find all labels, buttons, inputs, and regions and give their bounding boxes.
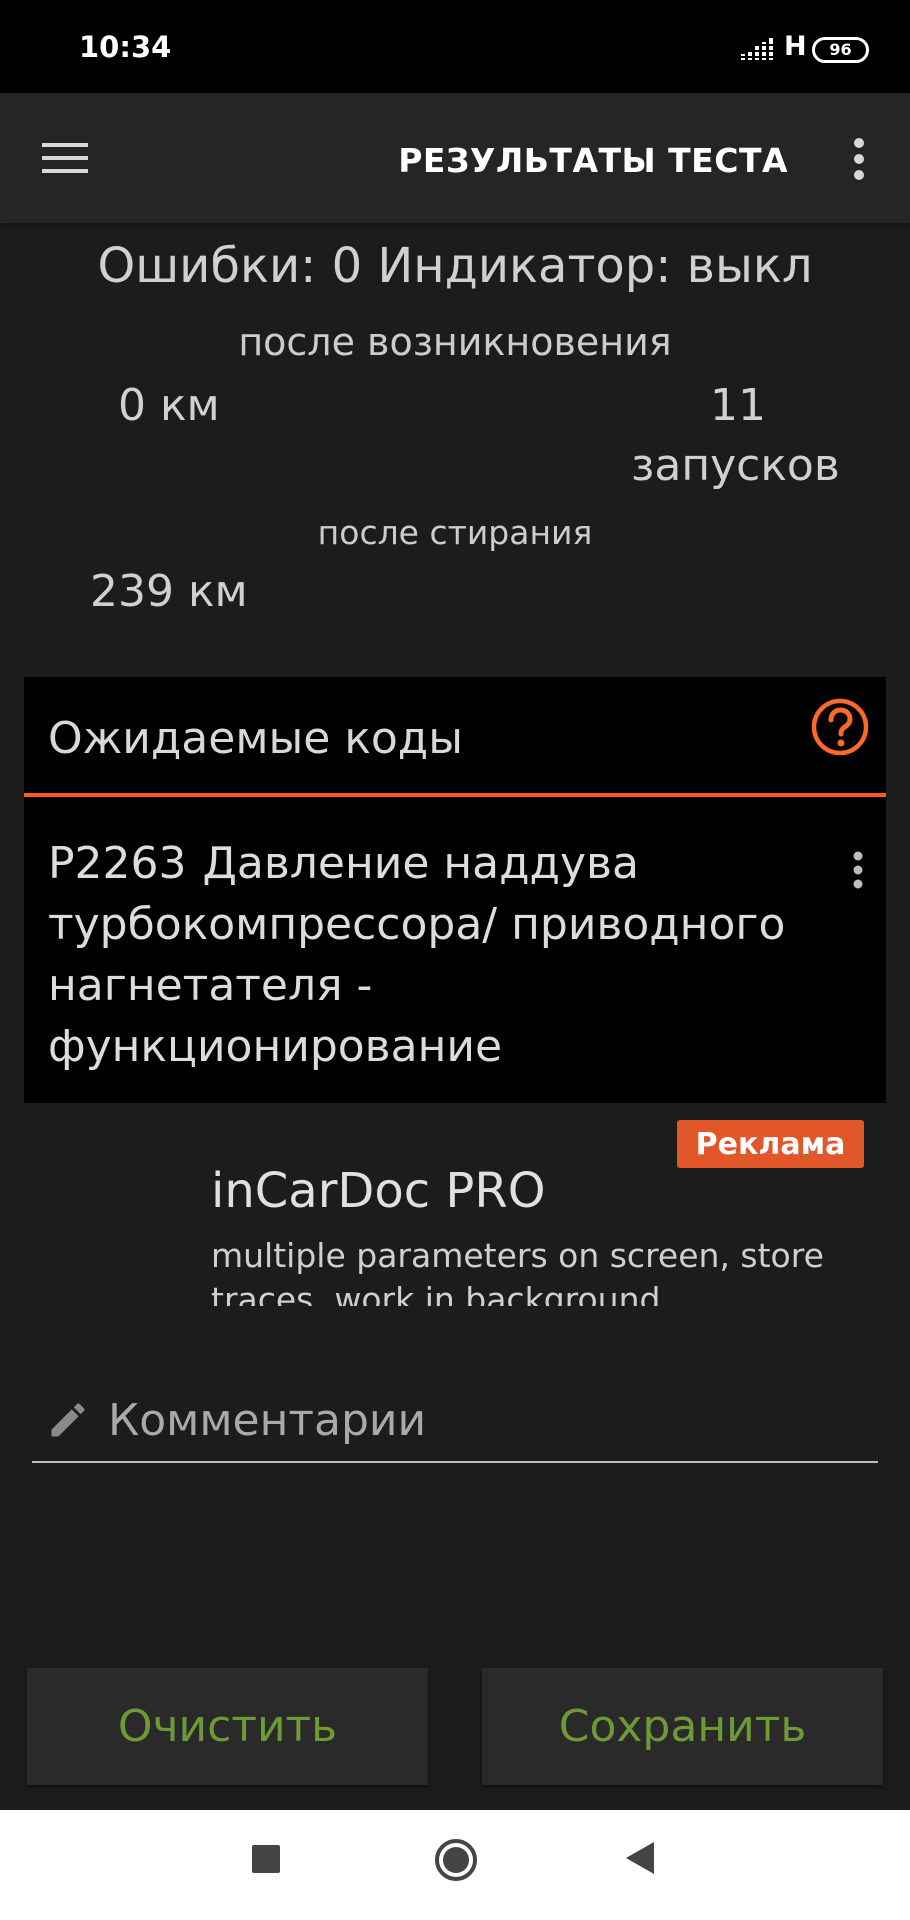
list-item[interactable]: P2263 Давление наддува турбокомпрессора/ …	[48, 833, 828, 1077]
system-nav-bar	[0, 1810, 910, 1920]
more-vert-icon[interactable]	[851, 851, 865, 889]
more-vert-icon[interactable]	[847, 137, 871, 181]
clear-button[interactable]: Очистить	[27, 1668, 428, 1785]
circle-icon[interactable]	[434, 1838, 478, 1882]
after-occurrence-label: после возникновения	[238, 320, 672, 364]
comment-input[interactable]	[106, 1390, 866, 1450]
battery-level: 96	[829, 40, 852, 59]
comment-field	[32, 1390, 878, 1463]
square-icon[interactable]	[251, 1844, 281, 1874]
status-time: 10:34	[79, 30, 172, 64]
hamburger-menu-icon[interactable]	[42, 141, 88, 175]
ad-description[interactable]: multiple parameters on screen, store tra…	[211, 1234, 871, 1306]
pending-codes-header: Ожидаемые коды	[24, 677, 886, 797]
help-circle-icon[interactable]	[811, 698, 869, 756]
triangle-back-icon[interactable]	[624, 1840, 656, 1876]
pending-codes-card: Ожидаемые коды P2263 Давление наддува тур…	[24, 677, 886, 1103]
app-bar: РЕЗУЛЬТАТЫ ТЕСТА	[0, 93, 910, 223]
starts-count: 11	[710, 380, 766, 431]
network-type: H	[784, 31, 807, 62]
ad-description-container: multiple parameters on screen, store tra…	[211, 1234, 871, 1306]
after-clear-label: после стирания	[317, 513, 593, 552]
pending-codes-title: Ожидаемые коды	[48, 713, 463, 764]
km-after-clear: 239 км	[90, 566, 248, 617]
battery-icon: 96	[812, 37, 869, 63]
status-bar: 10:34 H 96	[0, 0, 910, 93]
errors-indicator-line: Ошибки: 0 Индикатор: выкл	[97, 238, 813, 294]
page-title: РЕЗУЛЬТАТЫ ТЕСТА	[398, 141, 788, 180]
ad-badge: Реклама	[677, 1120, 864, 1168]
km-after-occurrence: 0 км	[118, 380, 220, 431]
starts-label: запусков	[631, 440, 840, 491]
ad-title[interactable]: inCarDoc PRO	[211, 1163, 545, 1219]
signal-icon	[740, 38, 774, 60]
save-button[interactable]: Сохранить	[482, 1668, 883, 1785]
dtc-code: P2263	[48, 838, 187, 889]
pencil-icon	[51, 1403, 85, 1437]
